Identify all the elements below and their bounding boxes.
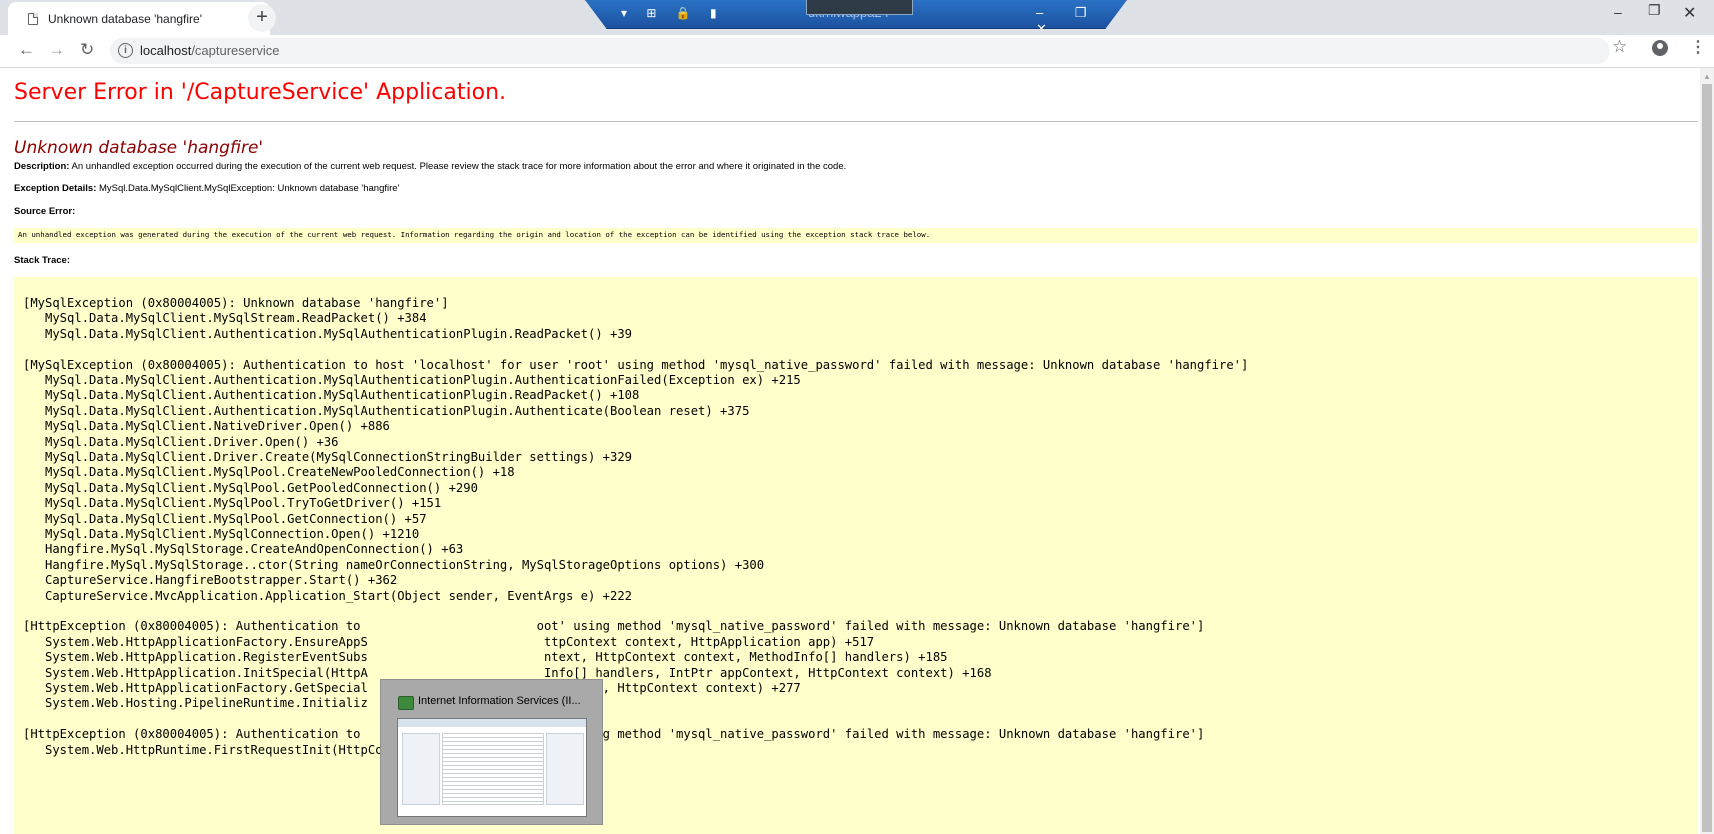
- stack-trace-label: Stack Trace:: [14, 255, 70, 266]
- preview-connections-pane: [402, 733, 440, 805]
- preview-features-pane: [442, 733, 544, 805]
- stack-trace-line: MySql.Data.MySqlClient.Authentication.My…: [23, 388, 640, 403]
- stack-trace-line: MySql.Data.MySqlClient.MySqlStream.ReadP…: [23, 311, 427, 326]
- stack-trace-line: MySql.Data.MySqlClient.MySqlPool.GetPool…: [23, 480, 478, 495]
- source-error-label: Source Error:: [14, 206, 76, 217]
- scrollbar-thumb[interactable]: [1702, 84, 1712, 832]
- stack-trace-line: CaptureService.MvcApplication.Applicatio…: [23, 588, 633, 603]
- stack-trace-line: MySql.Data.MySqlClient.NativeDriver.Open…: [23, 419, 390, 434]
- stack-trace-line: Hangfire.MySql.MySqlStorage.CreateAndOpe…: [23, 542, 464, 557]
- url-text[interactable]: localhost/captureservice: [140, 43, 279, 58]
- star-icon[interactable]: ☆: [1612, 37, 1627, 57]
- browser-titlebar: Unknown database 'hangfire' × + ▾ ⊞ 🔒 ▮ …: [0, 0, 1714, 35]
- taskbar-thumbnail-popup[interactable]: Internet Information Services (II...: [380, 679, 603, 825]
- url-host: localhost: [140, 43, 192, 58]
- title-divider: [14, 121, 1698, 122]
- remote-bar-window-controls[interactable]: – ❐ ✕: [1036, 5, 1126, 29]
- forward-icon[interactable]: →: [48, 40, 65, 60]
- error-heading: Unknown database 'hangfire': [14, 138, 264, 158]
- stack-trace-line: MySql.Data.MySqlClient.Driver.Create(MyS…: [23, 450, 633, 464]
- description-label: Description:: [14, 161, 70, 172]
- stack-trace-line: MySql.Data.MySqlClient.Authentication.My…: [23, 373, 801, 387]
- source-error-box: An unhandled exception was generated dur…: [14, 228, 1698, 243]
- close-window-icon[interactable]: ✕: [1683, 3, 1696, 23]
- maximize-icon[interactable]: ❐: [1648, 2, 1661, 19]
- source-error-row: Source Error:: [14, 206, 75, 217]
- stack-trace-line: System.Web.HttpApplication.RegisterEvent…: [23, 650, 948, 665]
- stack-trace-line: [HttpException (0x80004005): Authenticat…: [23, 727, 1205, 742]
- iis-app-icon: [398, 696, 414, 710]
- url-path: /captureservice: [191, 43, 280, 58]
- stack-trace-box: [MySqlException (0x80004005): Unknown da…: [14, 277, 1698, 834]
- source-error-text: An unhandled exception was generated dur…: [18, 230, 931, 239]
- address-bar[interactable]: i localhost/captureservice: [110, 38, 1610, 64]
- scroll-up-icon[interactable]: ▲: [1703, 72, 1711, 81]
- remote-bar-left-controls[interactable]: ▾ ⊞ 🔒 ▮: [621, 6, 725, 20]
- description-text: An unhandled exception occurred during t…: [69, 161, 847, 172]
- new-tab-button[interactable]: +: [248, 4, 276, 32]
- page-icon: [28, 13, 38, 25]
- info-icon[interactable]: i: [118, 43, 133, 58]
- exception-details-row: Exception Details: MySql.Data.MySqlClien…: [14, 183, 399, 194]
- preview-actions-pane: [546, 733, 584, 805]
- stack-trace-line: [HttpException (0x80004005): Authenticat…: [23, 619, 1205, 634]
- stack-trace-line: MySql.Data.MySqlClient.MySqlPool.CreateN…: [23, 465, 515, 480]
- browser-toolbar: ← → ↻ i localhost/captureservice: [0, 35, 1714, 68]
- page-content: Server Error in '/CaptureService' Applic…: [0, 68, 1700, 834]
- account-icon[interactable]: [1652, 40, 1668, 56]
- remote-bar-grip[interactable]: [806, 0, 913, 15]
- stack-trace-line: MySql.Data.MySqlClient.MySqlConnection.O…: [23, 527, 420, 541]
- minimize-icon[interactable]: –: [1614, 4, 1622, 20]
- stack-trace-line: Hangfire.MySql.MySqlStorage..ctor(String…: [23, 557, 765, 572]
- page-title: Server Error in '/CaptureService' Applic…: [14, 80, 507, 105]
- stack-trace-line: MySql.Data.MySqlClient.MySqlPool.TryToGe…: [23, 496, 442, 511]
- stack-trace-line: MySql.Data.MySqlClient.Authentication.My…: [23, 403, 750, 418]
- stack-trace-line: MySql.Data.MySqlClient.Authentication.My…: [23, 326, 633, 341]
- stack-trace-line: CaptureService.HangfireBootstrapper.Star…: [23, 573, 398, 588]
- remote-session-bar: ▾ ⊞ 🔒 ▮ ukrhiwappa24 – ❐ ✕: [585, 0, 1127, 29]
- stack-trace-line: MySql.Data.MySqlClient.Driver.Open() +36: [23, 434, 339, 449]
- window-preview[interactable]: [397, 718, 587, 817]
- stack-trace-line: [MySqlException (0x80004005): Unknown da…: [23, 296, 449, 310]
- thumbnail-title: Internet Information Services (II...: [418, 695, 581, 707]
- description-row: Description: An unhandled exception occu…: [14, 161, 846, 172]
- preview-toolbar: [398, 719, 586, 727]
- back-icon[interactable]: ←: [18, 40, 35, 60]
- stack-trace-line: [MySqlException (0x80004005): Authentica…: [23, 357, 1249, 372]
- stack-trace-line: MySql.Data.MySqlClient.MySqlPool.GetConn…: [23, 511, 427, 526]
- stack-trace-line: System.Web.HttpApplicationFactory.Ensure…: [23, 634, 875, 649]
- tab-title: Unknown database 'hangfire': [48, 12, 203, 26]
- menu-icon[interactable]: ⋮: [1690, 37, 1706, 57]
- stack-trace-row: Stack Trace:: [14, 255, 70, 266]
- exception-text: MySql.Data.MySqlClient.MySqlException: U…: [96, 183, 400, 194]
- browser-tab-active[interactable]: Unknown database 'hangfire' ×: [8, 2, 270, 35]
- exception-label: Exception Details:: [14, 183, 97, 194]
- reload-icon[interactable]: ↻: [80, 40, 94, 60]
